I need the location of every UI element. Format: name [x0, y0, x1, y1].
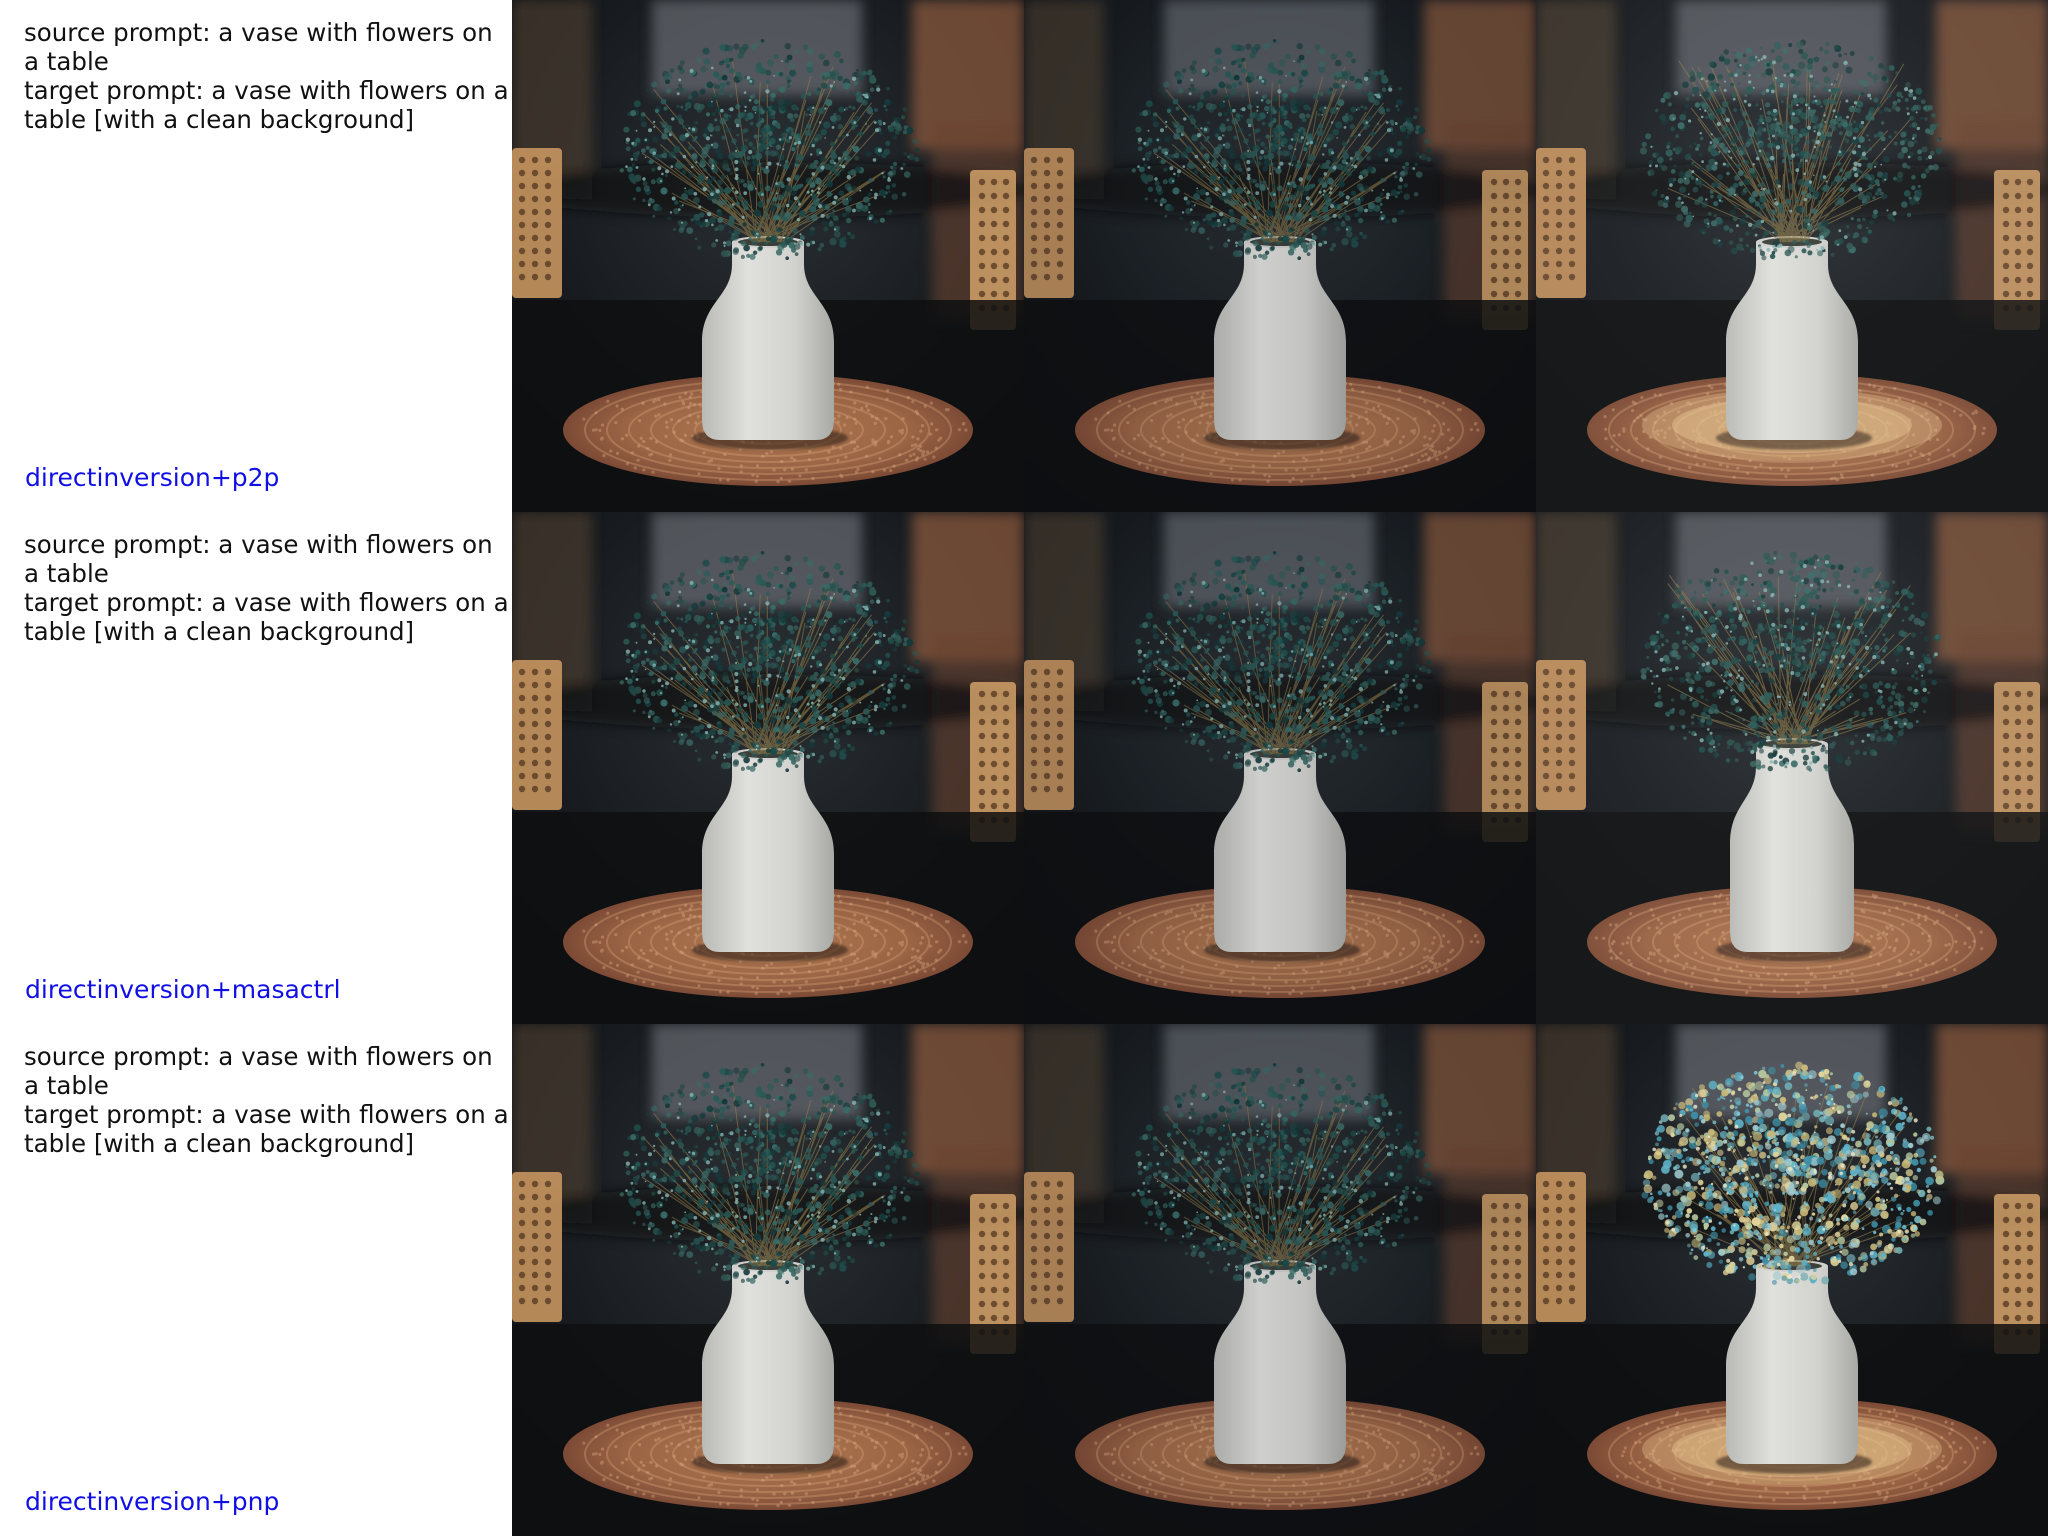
source-image — [512, 512, 1024, 1024]
target-prompt: target prompt: a vase with flowers on a … — [24, 76, 509, 134]
edited-image — [1536, 512, 2048, 1024]
source-prompt: source prompt: a vase with flowers on a … — [24, 1042, 493, 1100]
result-row-masactrl: source prompt: a vase with flowers on a … — [0, 512, 2048, 1024]
method-label: directinversion+masactrl — [25, 975, 341, 1004]
source-image — [512, 1024, 1024, 1536]
reconstructed-image — [1024, 512, 1536, 1024]
source-prompt: source prompt: a vase with flowers on a … — [24, 18, 493, 76]
reconstructed-image — [1024, 1024, 1536, 1536]
source-prompt: source prompt: a vase with flowers on a … — [24, 530, 493, 588]
prompts-block: source prompt: a vase with flowers on a … — [24, 530, 509, 646]
prompts-block: source prompt: a vase with flowers on a … — [24, 18, 509, 134]
prompt-label-cell: source prompt: a vase with flowers on a … — [0, 1024, 512, 1536]
edited-image — [1536, 1024, 2048, 1536]
method-label: directinversion+pnp — [25, 1487, 280, 1516]
method-label: directinversion+p2p — [25, 463, 280, 492]
reconstructed-image — [1024, 0, 1536, 512]
target-prompt: target prompt: a vase with flowers on a … — [24, 588, 509, 646]
edited-image — [1536, 0, 2048, 512]
result-row-p2p: source prompt: a vase with flowers on a … — [0, 0, 2048, 512]
result-row-pnp: source prompt: a vase with flowers on a … — [0, 1024, 2048, 1536]
comparison-grid: source prompt: a vase with flowers on a … — [0, 0, 2048, 1536]
source-image — [512, 0, 1024, 512]
prompt-label-cell: source prompt: a vase with flowers on a … — [0, 0, 512, 512]
prompt-label-cell: source prompt: a vase with flowers on a … — [0, 512, 512, 1024]
prompts-block: source prompt: a vase with flowers on a … — [24, 1042, 509, 1158]
target-prompt: target prompt: a vase with flowers on a … — [24, 1100, 509, 1158]
